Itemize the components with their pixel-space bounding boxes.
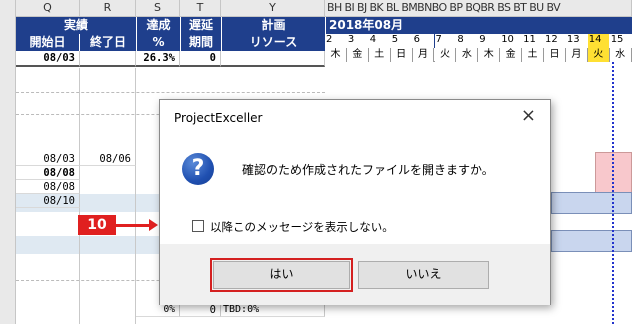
dialog-body: ? 確認のため作成されたファイルを開きますか。 以降このメッセージを表示しない。 — [160, 133, 550, 244]
task-start[interactable]: 08/10 — [16, 194, 80, 208]
no-button[interactable]: いいえ — [358, 261, 489, 289]
header-plan: 計画 — [221, 17, 325, 34]
gantt-weekday-row: 木金土日月火水木金土日月火水 — [325, 48, 632, 62]
summary-progress[interactable]: 26.3% — [136, 51, 180, 67]
bottom-delay[interactable]: 0 — [180, 303, 221, 317]
header-end: 終了日 — [80, 34, 136, 51]
gantt-weekday-cell: 水 — [456, 48, 479, 62]
gantt-day-cell: 4 — [368, 34, 391, 48]
col-header-gantt[interactable]: BH BI BJ BK BL BMBNBO BP BQBR BS BT BU B… — [325, 0, 632, 17]
col-header-s[interactable]: S — [136, 0, 180, 17]
grid-line — [16, 92, 325, 93]
gantt-weekday-cell: 金 — [346, 48, 369, 62]
col-header-y[interactable]: Y — [221, 0, 325, 17]
gantt-weekday-cell: 水 — [609, 48, 632, 62]
summary-resource[interactable] — [221, 51, 325, 67]
callout-arrow — [116, 224, 152, 227]
row-header-strip — [0, 0, 16, 324]
gantt-day-cell: 13 — [565, 34, 588, 48]
gantt-weekday-cell: 火 — [587, 48, 610, 62]
gantt-day-cell: 15 — [609, 34, 632, 48]
dialog-title: ProjectExceller — [174, 111, 263, 125]
task-end[interactable]: 08/06 — [80, 152, 136, 166]
header-delay-sub: 期間 — [180, 34, 221, 51]
dont-show-again-checkbox[interactable]: 以降このメッセージを表示しない。 — [192, 219, 394, 235]
header-progress: 達成 — [136, 17, 180, 34]
gantt-weekday-cell: 金 — [500, 48, 523, 62]
gantt-day-row: 2 3 4 5 6 7 8 9 10 11 12 13 14 15 — [325, 34, 632, 48]
yes-button[interactable]: はい — [210, 258, 353, 292]
gantt-bar-blue — [551, 230, 632, 252]
gantt-day-cell: 14 — [587, 34, 610, 48]
gantt-day-cell: 3 — [346, 34, 369, 48]
col-header-r[interactable]: R — [80, 0, 136, 17]
step-badge: 10 — [78, 215, 116, 235]
header-delay: 遅延 — [180, 17, 221, 34]
dialog-message: 確認のため作成されたファイルを開きますか。 — [242, 163, 494, 177]
gantt-bar-blue — [551, 192, 632, 214]
gantt-day-cell: 8 — [456, 34, 479, 48]
task-start[interactable]: 08/08 — [16, 180, 80, 194]
header-start: 開始日 — [16, 34, 80, 51]
summary-end[interactable] — [80, 51, 136, 67]
callout-arrowhead — [149, 219, 158, 231]
gantt-weekday-cell: 日 — [390, 48, 413, 62]
gantt-weekday-cell: 日 — [544, 48, 566, 62]
gantt-day-cell: 12 — [544, 34, 566, 48]
gantt-day-cell: 6 — [412, 34, 435, 48]
checkbox-label[interactable]: 以降このメッセージを表示しない。 — [210, 220, 394, 234]
col-header-t[interactable]: T — [180, 0, 221, 17]
gantt-weekday-cell: 火 — [434, 48, 457, 62]
close-icon[interactable]: × — [521, 105, 536, 126]
question-icon: ? — [182, 153, 214, 185]
gantt-month-header: 2018年08月 — [325, 17, 632, 34]
bottom-resource[interactable]: TBD:0% — [221, 303, 325, 317]
gantt-weekday-cell: 木 — [325, 48, 347, 62]
header-progress-unit: % — [136, 34, 180, 51]
bottom-progress[interactable]: 0% — [136, 303, 180, 317]
today-line — [612, 62, 614, 324]
gantt-day-cell: 2 — [325, 34, 347, 48]
gantt-day-cell: 10 — [500, 34, 523, 48]
col-header-q[interactable]: Q — [16, 0, 80, 17]
header-actual: 実績 — [16, 17, 136, 34]
gantt-day-cell: 9 — [478, 34, 501, 48]
col-divider — [135, 68, 136, 324]
summary-start[interactable]: 08/03 — [16, 51, 80, 67]
gantt-day-cell: 11 — [522, 34, 544, 48]
task-start[interactable]: 08/08 — [16, 166, 80, 180]
checkbox-box[interactable] — [192, 220, 204, 232]
gantt-weekday-cell: 月 — [412, 48, 435, 62]
dialog-button-row: はい いいえ — [160, 244, 550, 305]
gantt-weekday-cell: 木 — [478, 48, 501, 62]
gantt-weekday-cell: 土 — [368, 48, 391, 62]
gantt-weekday-cell: 月 — [565, 48, 588, 62]
gantt-weekday-cell: 土 — [522, 48, 544, 62]
gantt-day-cell: 5 — [390, 34, 413, 48]
header-resource: リソース — [221, 34, 325, 51]
task-start[interactable]: 08/03 — [16, 152, 80, 166]
summary-delay[interactable]: 0 — [180, 51, 221, 67]
gantt-day-cell: 7 — [434, 34, 457, 48]
confirm-dialog: ProjectExceller × ? 確認のため作成されたファイルを開きますか… — [159, 99, 551, 305]
